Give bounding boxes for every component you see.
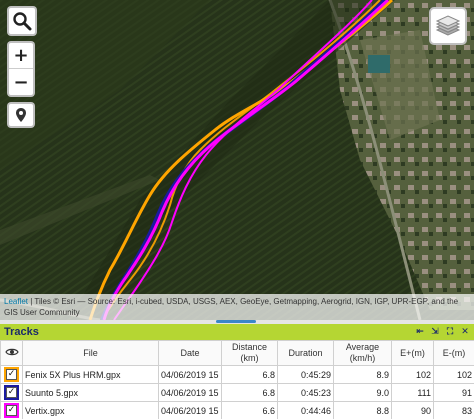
search-button[interactable] <box>7 6 37 36</box>
track-visible-checkbox[interactable]: ✓ <box>6 405 17 416</box>
track-toggle-cell: ✓ <box>0 383 23 402</box>
elevation-gain-cell: 111 <box>391 383 434 402</box>
tracks-panel-header: Tracks ⇤ ⇲ ⛶ ✕ <box>0 324 474 340</box>
locate-button[interactable] <box>7 102 35 128</box>
duration-column-header[interactable]: Duration <box>277 340 334 366</box>
table-row[interactable]: ✓ Suunto 5.gpx 04/06/2019 15 6.8 0:45:23… <box>0 383 474 402</box>
elevation-loss-cell: 102 <box>433 365 474 384</box>
layers-button[interactable] <box>429 7 467 45</box>
distance-cell: 6.8 <box>221 383 278 402</box>
date-cell: 04/06/2019 15 <box>158 383 222 402</box>
panel-toolbar: ⇤ ⇲ ⛶ ✕ <box>415 326 470 337</box>
track-color-swatch: ✓ <box>4 385 19 400</box>
distance-cell: 6.6 <box>221 401 278 419</box>
zoom-out-button[interactable]: − <box>9 69 33 95</box>
file-cell: Fenix 5X Plus HRM.gpx <box>22 365 159 384</box>
elevation-gain-column-header[interactable]: E+(m) <box>391 340 434 366</box>
distance-cell: 6.8 <box>221 365 278 384</box>
panel-title: Tracks <box>4 326 39 338</box>
eye-icon <box>4 348 19 355</box>
table-row[interactable]: ✓ Fenix 5X Plus HRM.gpx 04/06/2019 15 6.… <box>0 365 474 384</box>
track-visible-checkbox[interactable]: ✓ <box>6 369 17 380</box>
duration-cell: 0:45:29 <box>277 365 334 384</box>
location-pin-icon <box>16 108 26 122</box>
visibility-column-header[interactable] <box>0 340 23 366</box>
zoom-control: + − <box>7 41 35 97</box>
elevation-gain-cell: 102 <box>391 365 434 384</box>
tracks-table: File Date Distance (km) Duration Average… <box>0 340 474 419</box>
map-view[interactable]: + − Leaflet | Tiles © Esri — Source: Esr… <box>0 0 474 320</box>
table-header-row: File Date Distance (km) Duration Average… <box>0 340 474 366</box>
elevation-loss-cell: 91 <box>433 383 474 402</box>
average-cell: 9.0 <box>333 383 392 402</box>
app-root: + − Leaflet | Tiles © Esri — Source: Esr… <box>0 0 474 419</box>
date-column-header[interactable]: Date <box>158 340 222 366</box>
average-cell: 8.8 <box>333 401 392 419</box>
distance-column-header[interactable]: Distance (km) <box>221 340 278 366</box>
resize-corner-icon[interactable]: ⇲ <box>430 326 440 337</box>
dock-left-icon[interactable]: ⇤ <box>415 326 425 337</box>
elevation-loss-cell: 83 <box>433 401 474 419</box>
date-cell: 04/06/2019 15 <box>158 401 222 419</box>
track-toggle-cell: ✓ <box>0 401 23 419</box>
file-cell: Vertix.gpx <box>22 401 159 419</box>
resize-grip[interactable] <box>216 320 256 323</box>
duration-cell: 0:45:23 <box>277 383 334 402</box>
file-column-header[interactable]: File <box>22 340 159 366</box>
average-column-header[interactable]: Average (km/h) <box>333 340 392 366</box>
duration-cell: 0:44:46 <box>277 401 334 419</box>
track-color-swatch: ✓ <box>4 367 19 382</box>
zoom-in-button[interactable]: + <box>9 43 33 69</box>
track-visible-checkbox[interactable]: ✓ <box>6 387 17 398</box>
close-icon[interactable]: ✕ <box>460 326 470 337</box>
pool-roof <box>368 55 390 73</box>
track-color-swatch: ✓ <box>4 403 19 418</box>
elevation-gain-cell: 90 <box>391 401 434 419</box>
date-cell: 04/06/2019 15 <box>158 365 222 384</box>
attribution-text: | Tiles © Esri — Source: Esri, i-cubed, … <box>4 297 459 317</box>
track-toggle-cell: ✓ <box>0 365 23 384</box>
table-row[interactable]: ✓ Vertix.gpx 04/06/2019 15 6.6 0:44:46 8… <box>0 401 474 419</box>
elevation-loss-column-header[interactable]: E-(m) <box>433 340 474 366</box>
search-icon <box>13 12 32 31</box>
satellite-imagery <box>0 0 474 320</box>
layers-icon <box>435 15 461 36</box>
maximize-icon[interactable]: ⛶ <box>445 326 455 337</box>
leaflet-link[interactable]: Leaflet <box>4 297 28 306</box>
map-attribution: Leaflet | Tiles © Esri — Source: Esri, i… <box>0 294 474 320</box>
average-cell: 8.9 <box>333 365 392 384</box>
file-cell: Suunto 5.gpx <box>22 383 159 402</box>
